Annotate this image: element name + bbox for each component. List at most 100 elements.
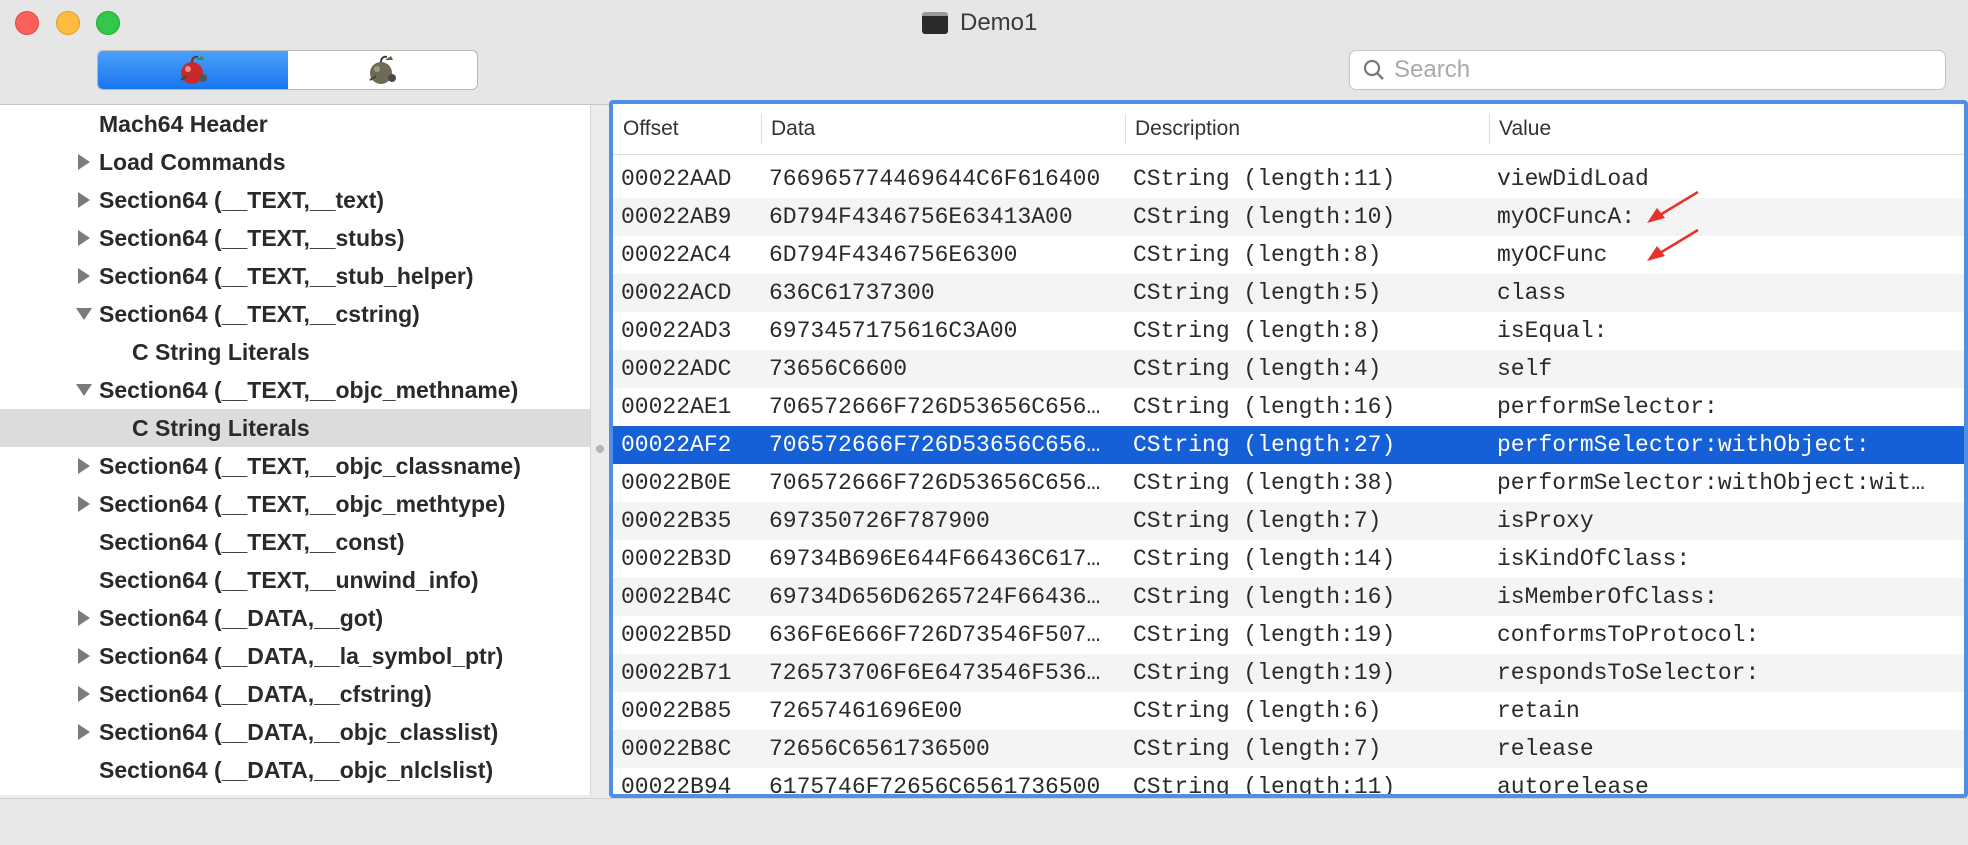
column-header-value[interactable]: Value (1489, 104, 1959, 154)
cell-data: 636F6E666F726D73546F507… (769, 622, 1101, 648)
cell-data: 69734D656D6265724F66436… (769, 584, 1101, 610)
search-input[interactable] (1392, 55, 1916, 85)
tree-item[interactable]: Section64 (__TEXT,__unwind_info) (0, 561, 590, 599)
tree-item[interactable]: Mach64 Header (0, 105, 590, 143)
cell-data: 72657461696E00 (769, 698, 963, 724)
disclosure-expanded-icon[interactable] (74, 380, 94, 400)
tree-item-label: Section64 (__TEXT,__objc_classname) (99, 452, 521, 479)
disclosure-collapsed-icon[interactable] (74, 456, 94, 476)
table-row[interactable]: 00022B8C 72656C6561736500 CString (length:… (613, 730, 1964, 768)
tree-item[interactable]: C String Literals (0, 333, 590, 371)
table-row[interactable]: 00022AF2 706572666F726D53656C656… CString … (613, 426, 1964, 464)
tree-item[interactable]: Section64 (__DATA,__objc_classlist) (0, 713, 590, 751)
disclosure-collapsed-icon[interactable] (74, 684, 94, 704)
window-title: Demo1 (960, 9, 1038, 36)
table-row[interactable]: 00022ADC 73656C6600 CString (length:4) self (613, 350, 1964, 388)
cell-offset: 00022B4C (621, 584, 732, 610)
tree-item[interactable]: Section64 (__TEXT,__objc_classname) (0, 447, 590, 485)
cell-description: CString (length:6) (1133, 698, 1382, 724)
tree-item[interactable]: Section64 (__TEXT,__const) (0, 523, 590, 561)
disclosure-collapsed-icon[interactable] (74, 190, 94, 210)
disclosure-collapsed-icon[interactable] (74, 608, 94, 628)
tree-item[interactable]: Section64 (__DATA,__got) (0, 599, 590, 637)
table-row[interactable]: 00022AC4 6D794F4346756E6300 CString (lengt… (613, 228, 1964, 274)
cell-data: 6175746F72656C6561736500 (769, 774, 1101, 798)
table-row[interactable]: 00022B0E 706572666F726D53656C656… CString … (613, 464, 1964, 502)
table-row[interactable]: 00022B94 6175746F72656C6561736500 CString … (613, 768, 1964, 798)
cell-value: isKindOfClass: (1497, 546, 1691, 572)
disclosure-collapsed-icon[interactable] (74, 494, 94, 514)
segment-raw[interactable] (98, 51, 288, 89)
tree-item-label: C String Literals (132, 414, 310, 441)
table-row[interactable]: 00022B35 697350726F787900 CString (length:… (613, 502, 1964, 540)
disclosure-collapsed-icon[interactable] (74, 722, 94, 742)
tree-item[interactable]: Load Commands (0, 143, 590, 181)
document-icon (922, 12, 948, 34)
cell-data: 706572666F726D53656C656… (769, 432, 1101, 458)
tree-item-label: Section64 (__TEXT,__objc_methname) (99, 376, 519, 403)
cell-offset: 00022AB9 (621, 204, 732, 230)
zoom-window-button[interactable] (96, 11, 120, 35)
divider-handle[interactable] (596, 445, 604, 453)
disclosure-collapsed-icon[interactable] (74, 266, 94, 286)
tree-item-label: Section64 (__DATA,__got) (99, 604, 384, 631)
view-mode-segmented-control[interactable] (97, 50, 478, 90)
tree-item[interactable]: Section64 (__DATA,__la_symbol_ptr) (0, 637, 590, 675)
tree-item[interactable]: Section64 (__TEXT,__objc_methtype) (0, 485, 590, 523)
status-bar (0, 798, 1968, 845)
table-row[interactable]: 00022AE1 706572666F726D53656C656… CString … (613, 388, 1964, 426)
table-header: Offset Data Description Value (613, 104, 1964, 155)
column-header-description[interactable]: Description (1125, 104, 1489, 154)
cell-offset: 00022ADC (621, 356, 732, 382)
cell-description: CString (length:16) (1133, 584, 1396, 610)
table-row[interactable]: 00022B5D 636F6E666F726D73546F507… CString … (613, 616, 1964, 654)
disclosure-collapsed-icon[interactable] (74, 152, 94, 172)
cell-value: myOCFuncA: (1497, 204, 1636, 230)
table-row[interactable]: 00022B3D 69734B696E644F66436C617… CString … (613, 540, 1964, 578)
tree-item-label: Section64 (__DATA,__objc_nlclslist) (99, 756, 494, 783)
disclosure-collapsed-icon[interactable] (74, 228, 94, 248)
column-header-offset[interactable]: Offset (613, 104, 751, 154)
cell-offset: 00022B71 (621, 660, 732, 686)
table-row[interactable]: 00022B85 72657461696E00 CString (length:6)… (613, 692, 1964, 730)
tree-item-label: Section64 (__DATA,__objc_classlist) (99, 718, 499, 745)
tree-item-label: Section64 (__TEXT,__unwind_info) (99, 566, 479, 593)
split-view-divider[interactable] (591, 105, 609, 795)
cell-description: CString (length:19) (1133, 622, 1396, 648)
tree-item-label: Section64 (__TEXT,__stub_helper) (99, 262, 474, 289)
tree-item-label: Section64 (__TEXT,__const) (99, 528, 405, 555)
tree-item[interactable]: Section64 (__TEXT,__text) (0, 181, 590, 219)
segment-mapped[interactable] (288, 51, 478, 89)
cell-description: CString (length:11) (1133, 166, 1396, 192)
tree-item[interactable]: Section64 (__TEXT,__stub_helper) (0, 257, 590, 295)
cell-value: respondsToSelector: (1497, 660, 1760, 686)
cell-value: isEqual: (1497, 318, 1608, 344)
search-field[interactable] (1349, 50, 1946, 90)
disclosure-collapsed-icon[interactable] (74, 646, 94, 666)
tree-item[interactable]: Section64 (__TEXT,__cstring) (0, 295, 590, 333)
cell-offset: 00022AF2 (621, 432, 732, 458)
cell-offset: 00022B35 (621, 508, 732, 534)
cell-description: CString (length:16) (1133, 394, 1396, 420)
cell-data: 697350726F787900 (769, 508, 990, 534)
table-row[interactable]: 00022AAD 766965774469644C6F616400 CString … (613, 160, 1964, 198)
annotation-arrow-icon (1647, 228, 1699, 261)
table-row[interactable]: 00022B4C 69734D656D6265724F66436… CString … (613, 578, 1964, 616)
column-header-data[interactable]: Data (761, 104, 1125, 154)
tree-item[interactable]: Section64 (__TEXT,__stubs) (0, 219, 590, 257)
table-row[interactable]: 00022AB9 6D794F4346756E63413A00 CString (l… (613, 190, 1964, 236)
disclosure-expanded-icon[interactable] (74, 304, 94, 324)
cell-data: 706572666F726D53656C656… (769, 470, 1101, 496)
cell-value: isProxy (1497, 508, 1594, 534)
table-row[interactable]: 00022ACD 636C61737300 CString (length:5) cl… (613, 274, 1964, 312)
table-row[interactable]: 00022AD3 6973457175616C3A00 CString (lengt… (613, 312, 1964, 350)
tree-item[interactable]: C String Literals (0, 409, 590, 447)
minimize-window-button[interactable] (56, 11, 80, 35)
table-row[interactable]: 00022B71 726573706F6E6473546F536… CString … (613, 654, 1964, 692)
tree-item-label: Section64 (__TEXT,__objc_methtype) (99, 490, 506, 517)
tree-item[interactable]: Section64 (__TEXT,__objc_methname) (0, 371, 590, 409)
tree-item[interactable]: Section64 (__DATA,__objc_nlclslist) (0, 751, 590, 789)
close-window-button[interactable] (15, 11, 39, 35)
cell-value: performSelector:withObject: (1497, 432, 1870, 458)
tree-item[interactable]: Section64 (__DATA,__cfstring) (0, 675, 590, 713)
